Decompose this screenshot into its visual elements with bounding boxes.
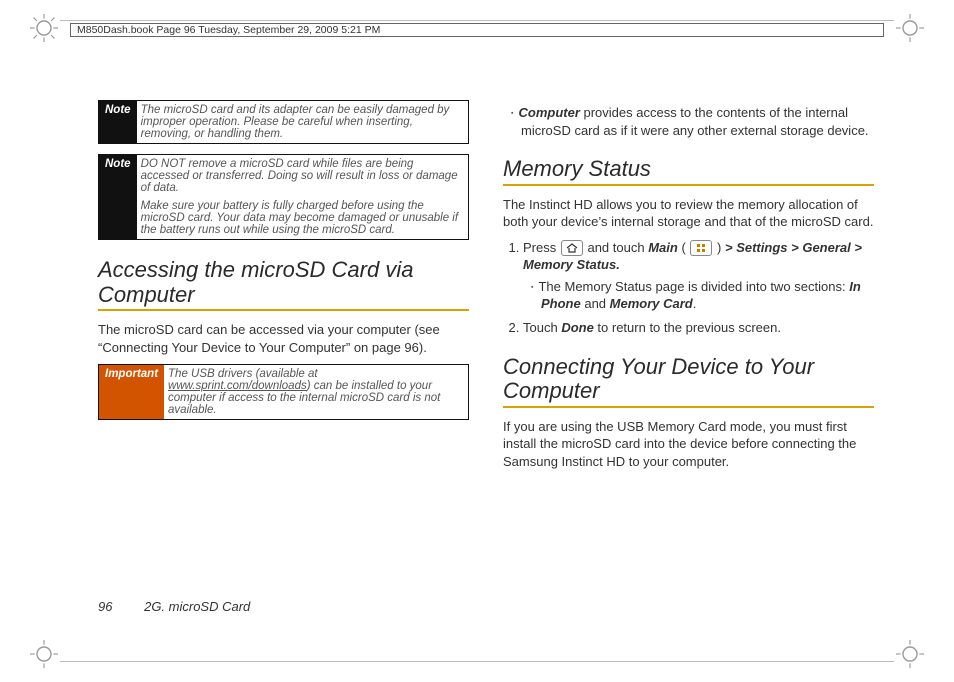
note-text: DO NOT remove a microSD card while files… (137, 155, 468, 239)
book-header-text: M850Dash.book Page 96 Tuesday, September… (77, 24, 380, 36)
important-box: Important The USB drivers (available at … (98, 364, 469, 420)
note-box-1: Note The microSD card and its adapter ca… (98, 100, 469, 144)
page-footer: 96 2G. microSD Card (98, 599, 250, 614)
gear-icon (896, 14, 924, 42)
gear-icon (896, 640, 924, 668)
grid-icon (690, 240, 712, 256)
heading-accessing: Accessing the microSD Card via Computer (98, 258, 469, 307)
step-1: Press and touch Main ( ) > Settings > Ge… (523, 239, 874, 313)
heading-rule (503, 184, 874, 186)
step-2: Touch Done to return to the previous scr… (523, 319, 874, 337)
gear-icon (30, 14, 58, 42)
important-text: The USB drivers (available at www.sprint… (164, 365, 468, 419)
note-paragraph: The microSD card and its adapter can be … (141, 104, 462, 140)
paragraph-connecting: If you are using the USB Memory Card mod… (503, 418, 874, 471)
heading-rule (98, 309, 469, 311)
note-box-2: Note DO NOT remove a microSD card while … (98, 154, 469, 240)
usb-drivers-link: www.sprint.com/downloads (168, 380, 307, 392)
note-label: Note (99, 155, 137, 239)
paragraph-accessing: The microSD card can be accessed via you… (98, 321, 469, 356)
bullet-computer: Computer provides access to the contents… (511, 104, 874, 139)
book-header: M850Dash.book Page 96 Tuesday, September… (70, 23, 884, 37)
note-paragraph: DO NOT remove a microSD card while files… (141, 158, 462, 194)
section-title: 2G. microSD Card (144, 599, 250, 614)
page-number: 96 (98, 599, 112, 614)
note-label: Note (99, 101, 137, 143)
steps-list: Press and touch Main ( ) > Settings > Ge… (503, 239, 874, 337)
important-label: Important (99, 365, 164, 419)
important-paragraph: The USB drivers (available at www.sprint… (168, 368, 462, 416)
home-icon (561, 240, 583, 256)
note-text: The microSD card and its adapter can be … (137, 101, 468, 143)
note-paragraph: Make sure your battery is fully charged … (141, 200, 462, 236)
heading-connecting: Connecting Your Device to Your Computer (503, 355, 874, 404)
heading-memory-status: Memory Status (503, 157, 874, 182)
page-body: Note The microSD card and its adapter ca… (98, 100, 874, 602)
step-1-sub: The Memory Status page is divided into t… (531, 278, 874, 313)
paragraph-memory: The Instinct HD allows you to review the… (503, 196, 874, 231)
right-column: Computer provides access to the contents… (503, 100, 874, 602)
left-column: Note The microSD card and its adapter ca… (98, 100, 469, 602)
gear-icon (30, 640, 58, 668)
heading-rule (503, 406, 874, 408)
